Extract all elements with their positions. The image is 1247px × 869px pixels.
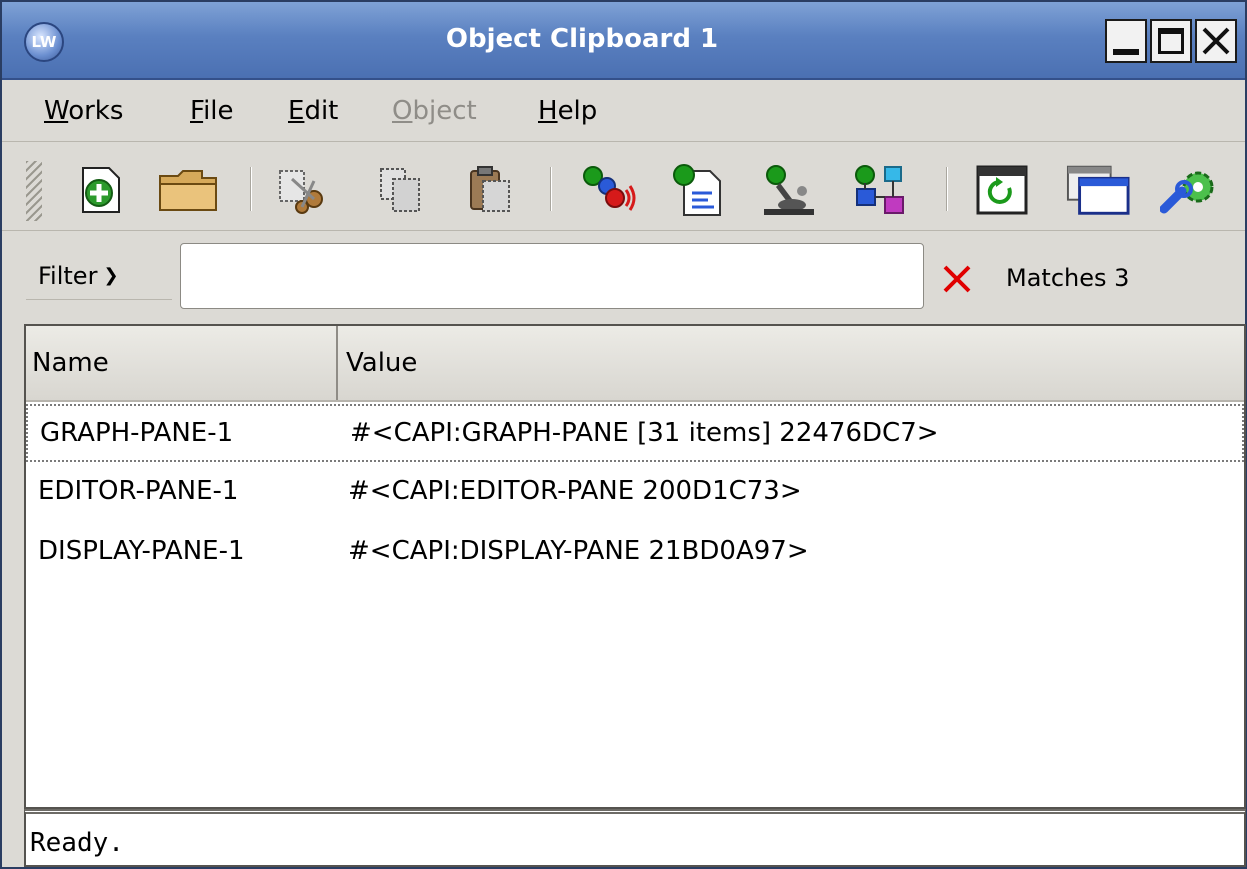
list-row[interactable]: GRAPH-PANE-1 #<CAPI:GRAPH-PANE [31 items…: [26, 404, 1244, 462]
class-browser-icon: [855, 165, 904, 214]
column-header-name[interactable]: Name: [26, 326, 338, 400]
listener-button[interactable]: [666, 161, 730, 219]
list-header: Name Value: [26, 326, 1244, 402]
menu-object[interactable]: Object: [392, 96, 477, 126]
status-bar: Ready.: [24, 809, 1246, 867]
matches-count: Matches 3: [1006, 264, 1130, 292]
paste-button[interactable]: [458, 161, 522, 219]
new-icon: [82, 167, 120, 213]
maximize-icon: [1158, 28, 1184, 54]
close-icon: [1202, 27, 1230, 55]
menu-works[interactable]: Works: [44, 96, 123, 126]
row-value: #<CAPI:DISPLAY-PANE 21BD0A97>: [348, 536, 809, 566]
menu-edit-mnemonic: E: [288, 96, 305, 126]
menu-bar: Works File Edit Object Help: [2, 82, 1245, 142]
menu-file[interactable]: File: [190, 96, 234, 126]
filter-input[interactable]: [180, 243, 924, 309]
menu-file-mnemonic: F: [190, 96, 204, 126]
maximize-button[interactable]: [1150, 19, 1192, 63]
menu-object-label: bject: [412, 96, 477, 126]
row-name: EDITOR-PANE-1: [38, 476, 239, 506]
row-name: GRAPH-PANE-1: [40, 418, 234, 448]
tools-icon: [1160, 171, 1214, 214]
window-icon: [1066, 165, 1130, 215]
open-button[interactable]: [156, 161, 220, 219]
filter-label: Filter: [38, 261, 98, 290]
object-list[interactable]: Name Value GRAPH-PANE-1 #<CAPI:GRAPH-PAN…: [24, 324, 1246, 809]
inspect-icon: [583, 166, 636, 211]
minimize-button[interactable]: [1105, 19, 1147, 63]
copy-icon: [380, 168, 420, 212]
filter-dropdown[interactable]: Filter ❯: [26, 252, 172, 300]
row-value: #<CAPI:EDITOR-PANE 200D1C73>: [348, 476, 802, 506]
column-header-value[interactable]: Value: [340, 326, 1244, 400]
clear-filter-icon[interactable]: [940, 262, 974, 296]
window-button[interactable]: [1066, 161, 1130, 219]
menu-help[interactable]: Help: [538, 96, 597, 126]
minimize-icon: [1113, 49, 1139, 55]
menu-object-mnemonic: O: [392, 96, 413, 126]
toolbar: [2, 143, 1245, 231]
refresh-icon: [976, 165, 1028, 215]
menu-edit[interactable]: Edit: [288, 96, 338, 126]
menu-help-label: elp: [557, 96, 598, 126]
row-name: DISPLAY-PANE-1: [38, 536, 245, 566]
toolbar-grip[interactable]: [26, 161, 42, 221]
open-folder-icon: [159, 170, 217, 211]
browser-icon: [764, 165, 814, 215]
menu-edit-label: dit: [304, 96, 339, 126]
menu-file-label: ile: [203, 96, 234, 126]
menu-help-mnemonic: H: [538, 96, 558, 126]
class-browser-button[interactable]: [848, 161, 912, 219]
toolbar-separator: [550, 167, 552, 211]
inspect-button[interactable]: [576, 161, 640, 219]
window-title: Object Clipboard 1: [445, 24, 719, 54]
title-bar[interactable]: LW Object Clipboard 1: [2, 2, 1245, 80]
refresh-button[interactable]: [970, 161, 1034, 219]
filter-row: Filter ❯ Matches 3: [2, 232, 1245, 318]
status-text: Ready.: [30, 828, 124, 858]
cut-button[interactable]: [272, 161, 336, 219]
browser-button[interactable]: [756, 161, 820, 219]
listener-icon: [673, 164, 721, 216]
menu-works-mnemonic: W: [44, 96, 69, 126]
list-row[interactable]: DISPLAY-PANE-1 #<CAPI:DISPLAY-PANE 21BD0…: [26, 524, 1244, 582]
row-value: #<CAPI:GRAPH-PANE [31 items] 22476DC7>: [350, 418, 939, 448]
chevron-down-icon: ❯: [103, 265, 119, 286]
list-row[interactable]: EDITOR-PANE-1 #<CAPI:EDITOR-PANE 200D1C7…: [26, 464, 1244, 522]
cut-icon: [279, 170, 323, 214]
tools-button[interactable]: [1158, 161, 1222, 219]
close-button[interactable]: [1195, 19, 1237, 63]
copy-button[interactable]: [368, 161, 432, 219]
new-button[interactable]: [68, 161, 132, 219]
paste-icon: [470, 166, 510, 212]
toolbar-separator: [946, 167, 948, 211]
object-clipboard-window: LW Object Clipboard 1 Works File Edit Ob…: [0, 0, 1247, 869]
toolbar-separator: [250, 167, 252, 211]
menu-works-label: orks: [68, 96, 124, 126]
